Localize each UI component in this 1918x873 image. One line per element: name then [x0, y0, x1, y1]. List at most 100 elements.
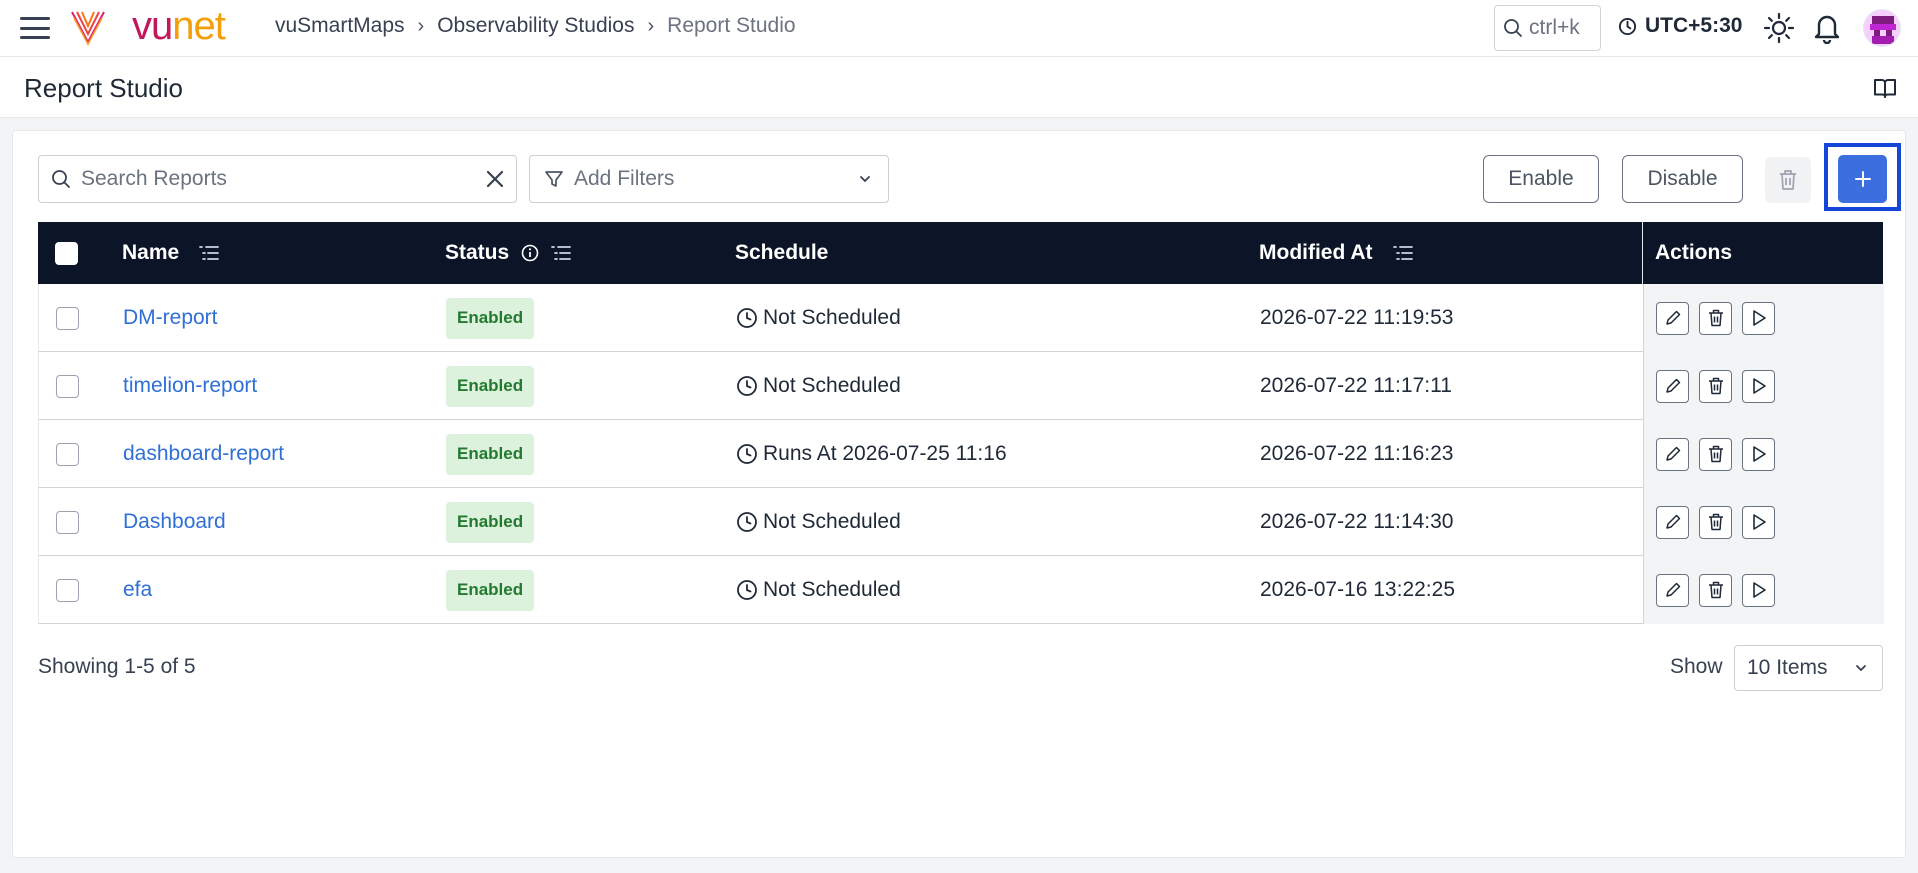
- trash-icon: [1708, 445, 1723, 463]
- report-name-link[interactable]: DM-report: [123, 306, 218, 330]
- schedule-text: Not Scheduled: [763, 306, 901, 329]
- sort-icon[interactable]: [199, 244, 220, 262]
- user-avatar[interactable]: [1863, 9, 1901, 47]
- schedule-text: Not Scheduled: [763, 578, 901, 601]
- breadcrumb-observability-studios[interactable]: Observability Studios: [437, 14, 634, 38]
- search-reports-field[interactable]: [38, 155, 517, 203]
- report-name-link[interactable]: timelion-report: [123, 374, 257, 398]
- delete-button[interactable]: [1699, 505, 1732, 539]
- edit-button[interactable]: [1656, 505, 1689, 539]
- row-checkbox[interactable]: [56, 306, 79, 330]
- clear-search-icon[interactable]: [484, 168, 506, 190]
- avatar-icon: [1864, 10, 1900, 46]
- pencil-icon: [1665, 582, 1680, 597]
- sort-icon[interactable]: [551, 244, 572, 262]
- delete-button[interactable]: [1699, 573, 1732, 607]
- delete-button[interactable]: [1699, 369, 1732, 403]
- edit-button[interactable]: [1656, 437, 1689, 471]
- theme-toggle-sun-icon[interactable]: [1763, 12, 1795, 44]
- row-select-cell: [56, 284, 79, 352]
- report-name-link[interactable]: efa: [123, 578, 152, 602]
- table-row: efa Enabled Not Scheduled 2026-07-16 13:…: [38, 556, 1884, 624]
- clock-icon: [737, 580, 757, 600]
- add-filters-dropdown[interactable]: Add Filters: [529, 155, 889, 203]
- row-schedule-cell: Not Scheduled: [736, 556, 901, 624]
- row-checkbox[interactable]: [56, 578, 79, 602]
- row-checkbox[interactable]: [56, 374, 79, 398]
- select-all-cell: [55, 222, 78, 284]
- modified-at-text: 2026-07-22 11:19:53: [1260, 306, 1454, 329]
- run-button[interactable]: [1742, 573, 1775, 607]
- column-status[interactable]: Status: [445, 222, 572, 284]
- documentation-book-icon[interactable]: [1873, 77, 1897, 99]
- row-name-cell: dashboard-report: [123, 420, 284, 488]
- edit-button[interactable]: [1656, 369, 1689, 403]
- column-name[interactable]: Name: [122, 222, 220, 284]
- search-reports-input[interactable]: [81, 167, 471, 191]
- row-actions-cell: [1643, 284, 1884, 352]
- clock-icon: [1618, 17, 1637, 35]
- chevron-right-icon: ›: [647, 14, 655, 37]
- notification-bell-icon[interactable]: [1812, 12, 1842, 44]
- filter-icon: [545, 171, 563, 187]
- add-filters-label: Add Filters: [574, 167, 675, 190]
- run-button[interactable]: [1742, 301, 1775, 335]
- run-button[interactable]: [1742, 437, 1775, 471]
- bulk-delete-button[interactable]: [1765, 157, 1811, 203]
- column-modified-at[interactable]: Modified At: [1259, 222, 1413, 284]
- row-modified-cell: 2026-07-22 11:19:53: [1260, 284, 1453, 352]
- vunet-logo[interactable]: vunet: [132, 2, 226, 50]
- breadcrumb-vusmartmaps[interactable]: vuSmartMaps: [275, 14, 405, 38]
- enable-button[interactable]: Enable: [1483, 155, 1599, 203]
- table-row: DM-report Enabled Not Scheduled 2026-07-…: [38, 284, 1884, 352]
- play-icon: [1752, 310, 1766, 326]
- schedule-text: Not Scheduled: [763, 374, 901, 397]
- row-checkbox[interactable]: [56, 510, 79, 534]
- pencil-icon: [1665, 446, 1680, 461]
- status-badge: Enabled: [446, 297, 535, 339]
- report-name-link[interactable]: Dashboard: [123, 510, 226, 534]
- row-select-cell: [56, 556, 79, 624]
- clock-icon: [737, 444, 757, 464]
- vunet-logo-icon: [71, 11, 105, 46]
- pagination-summary: Showing 1-5 of 5: [38, 655, 196, 678]
- row-status-cell: Enabled: [446, 352, 535, 420]
- row-name-cell: timelion-report: [123, 352, 257, 420]
- row-checkbox[interactable]: [56, 442, 79, 466]
- disable-button[interactable]: Disable: [1622, 155, 1743, 203]
- select-all-checkbox[interactable]: [55, 241, 78, 265]
- row-status-cell: Enabled: [446, 556, 535, 624]
- run-button[interactable]: [1742, 505, 1775, 539]
- row-actions-cell: [1643, 488, 1884, 556]
- report-name-link[interactable]: dashboard-report: [123, 442, 284, 466]
- edit-button[interactable]: [1656, 301, 1689, 335]
- row-actions-cell: [1643, 420, 1884, 488]
- schedule-text: Runs At 2026-07-25 11:16: [763, 442, 1007, 465]
- row-select-cell: [56, 488, 79, 556]
- search-shortcut-label: ctrl+k: [1529, 16, 1580, 39]
- delete-button[interactable]: [1699, 301, 1732, 335]
- modified-at-text: 2026-07-16 13:22:25: [1260, 578, 1455, 601]
- status-badge: Enabled: [446, 433, 535, 475]
- row-modified-cell: 2026-07-22 11:16:23: [1260, 420, 1453, 488]
- row-modified-cell: 2026-07-22 11:14:30: [1260, 488, 1453, 556]
- page-size-select[interactable]: 10 Items: [1734, 645, 1883, 691]
- reports-card: Add Filters Enable Disable Name Status S…: [12, 130, 1906, 858]
- row-select-cell: [56, 352, 79, 420]
- edit-button[interactable]: [1656, 573, 1689, 607]
- sort-icon[interactable]: [1392, 244, 1413, 262]
- play-icon: [1752, 378, 1766, 394]
- chevron-right-icon: ›: [417, 14, 425, 37]
- column-schedule: Schedule: [735, 222, 828, 284]
- run-button[interactable]: [1742, 369, 1775, 403]
- info-icon[interactable]: [521, 244, 539, 262]
- delete-button[interactable]: [1699, 437, 1732, 471]
- timezone-selector[interactable]: UTC+5:30: [1618, 14, 1742, 38]
- menu-icon[interactable]: [20, 17, 50, 39]
- status-badge: Enabled: [446, 365, 535, 407]
- trash-icon: [1708, 513, 1723, 531]
- add-report-button[interactable]: [1838, 155, 1887, 203]
- trash-icon: [1708, 581, 1723, 599]
- global-search-button[interactable]: ctrl+k: [1494, 5, 1601, 51]
- row-schedule-cell: Not Scheduled: [736, 488, 901, 556]
